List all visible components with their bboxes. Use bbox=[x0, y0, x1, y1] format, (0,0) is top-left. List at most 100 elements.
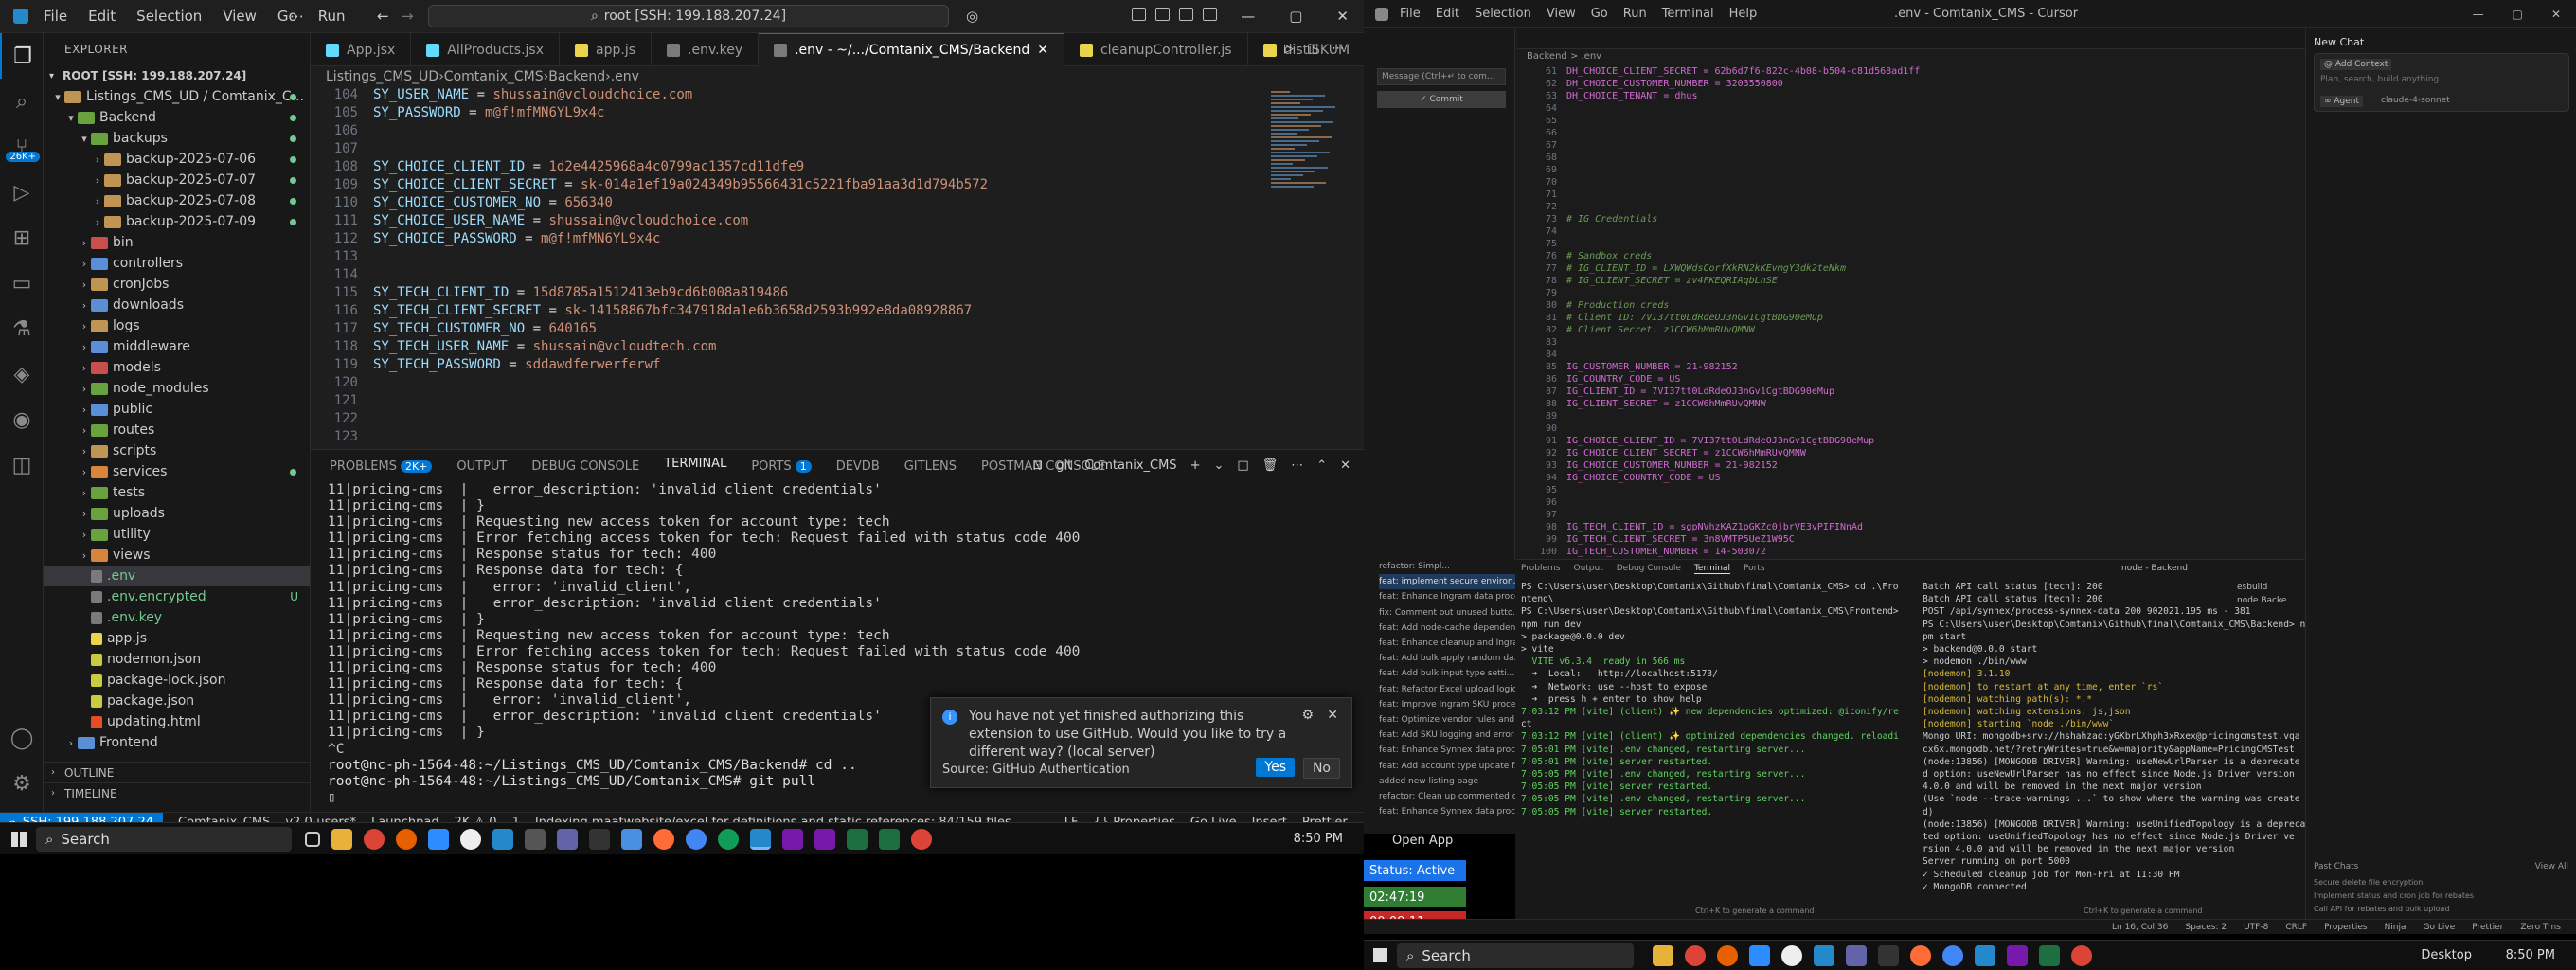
taskbar-clock[interactable]: 8:50 PM bbox=[2506, 948, 2555, 962]
run-debug-icon[interactable]: ▷ bbox=[0, 170, 44, 215]
split-editor-icon[interactable]: ◫ bbox=[1307, 42, 1318, 56]
desktop-label[interactable]: Desktop bbox=[2421, 948, 2472, 962]
github-icon[interactable] bbox=[460, 828, 481, 850]
panel-tab-terminal[interactable]: TERMINAL bbox=[664, 457, 727, 476]
breadcrumb-item[interactable]: Backend bbox=[548, 69, 605, 84]
terminal-list-item[interactable]: node Backe bbox=[2237, 594, 2286, 607]
tree-folder[interactable]: ▾ Backend bbox=[44, 107, 310, 128]
frontend-terminal[interactable]: PS C:\Users\user\Desktop\Comtanix\Github… bbox=[1521, 581, 1899, 818]
tree-folder[interactable]: › backup-2025-07-07 bbox=[44, 170, 310, 190]
tree-folder[interactable]: › logs bbox=[44, 315, 310, 336]
tree-folder[interactable]: › uploads bbox=[44, 503, 310, 524]
excel-icon[interactable] bbox=[847, 828, 868, 850]
tree-folder[interactable]: › Frontend bbox=[44, 732, 310, 753]
chrome-icon[interactable] bbox=[1685, 944, 1706, 966]
commit-entry[interactable]: feat: Add node-cache dependen... bbox=[1379, 620, 1515, 636]
no-button[interactable]: No bbox=[1302, 758, 1340, 779]
onenote-icon[interactable] bbox=[2007, 944, 2028, 966]
cursor-code-editor[interactable]: 61 DH_CHOICE_CLIENT_SECRET = 62b6d7f6-822… bbox=[1517, 66, 2246, 573]
menu-item-run[interactable]: Run bbox=[318, 8, 346, 25]
extensions-icon[interactable]: ⊞ bbox=[0, 215, 44, 260]
tree-file[interactable]: package.json bbox=[44, 691, 310, 711]
past-chat-item[interactable]: Call API for rebates and bulk upload bbox=[2314, 903, 2474, 916]
more-menu-icon[interactable]: ⋯ bbox=[290, 8, 304, 25]
menu-item-go[interactable]: Go bbox=[1591, 7, 1608, 21]
chrome-icon[interactable] bbox=[2071, 944, 2092, 966]
vscode-taskbar-icon[interactable] bbox=[1975, 944, 1995, 966]
maximize-panel-icon[interactable]: ⌃ bbox=[1316, 458, 1327, 473]
task-view-icon[interactable] bbox=[305, 831, 320, 847]
commit-entry[interactable]: feat: Refactor Excel upload logic... bbox=[1379, 682, 1515, 697]
onenote-icon[interactable] bbox=[814, 828, 835, 850]
tree-folder[interactable]: › tests bbox=[44, 482, 310, 503]
panel-tab-debug-console[interactable]: Debug Console bbox=[1617, 564, 1681, 573]
tab-3[interactable]: .env.key bbox=[652, 33, 760, 66]
file-explorer-icon[interactable] bbox=[1653, 944, 1673, 966]
commit-button[interactable]: ✓ Commit bbox=[1377, 91, 1506, 108]
panel-tab-gitlens[interactable]: GITLENS bbox=[904, 459, 957, 474]
menu-item-edit[interactable]: Edit bbox=[88, 8, 116, 25]
tree-folder[interactable]: ▾ Listings_CMS_UD / Comtanix_C... bbox=[44, 86, 310, 107]
taskbar-clock[interactable]: 8:50 PM bbox=[1294, 832, 1343, 846]
chrome-icon[interactable] bbox=[911, 828, 932, 850]
teams-icon[interactable] bbox=[557, 828, 578, 850]
tree-folder[interactable]: › utility bbox=[44, 524, 310, 545]
forward-arrow-icon[interactable]: → bbox=[402, 8, 414, 25]
status-item[interactable]: Zero Tms bbox=[2520, 923, 2561, 932]
panel-tab-problems[interactable]: PROBLEMS 2K+ bbox=[330, 459, 433, 474]
panel-toggle-icon[interactable] bbox=[1179, 8, 1193, 21]
vscode-taskbar-icon[interactable] bbox=[492, 828, 513, 850]
tree-folder[interactable]: › views bbox=[44, 545, 310, 566]
vscode-taskbar-icon[interactable] bbox=[750, 828, 771, 850]
commit-entry[interactable]: refactor: Clean up commented c... bbox=[1379, 789, 1515, 804]
tab-2[interactable]: app.js bbox=[560, 33, 653, 66]
panel-tab-debug-console[interactable]: DEBUG CONSOLE bbox=[531, 459, 639, 474]
status-item[interactable]: Properties bbox=[2324, 923, 2367, 932]
close-icon[interactable]: ✕ bbox=[1336, 8, 1349, 25]
backend-terminal[interactable]: Batch API call status [tech]: 200 Batch A… bbox=[1923, 581, 2305, 893]
commit-entry[interactable]: feat: Add bulk apply random da... bbox=[1379, 651, 1515, 666]
panel-tab-problems[interactable]: Problems bbox=[1521, 564, 1560, 573]
explorer-icon[interactable]: ❐ bbox=[0, 33, 44, 79]
layout-icon[interactable] bbox=[1132, 8, 1146, 21]
status-item[interactable]: Spaces: 2 bbox=[2185, 923, 2227, 932]
outline-section[interactable]: › OUTLINE bbox=[44, 762, 310, 782]
zoom-icon[interactable] bbox=[1749, 944, 1770, 966]
commit-entry[interactable]: feat: Add SKU logging and error ... bbox=[1379, 728, 1515, 743]
view-all-link[interactable]: View All bbox=[2535, 862, 2568, 871]
postman-icon[interactable] bbox=[1910, 944, 1931, 966]
panel-tab-output[interactable]: Output bbox=[1573, 564, 1602, 573]
add-context-button[interactable]: @ Add Context bbox=[2320, 59, 2392, 70]
commit-entry[interactable]: feat: Add bulk input type setti... bbox=[1379, 666, 1515, 681]
open-app-button[interactable]: Open App bbox=[1392, 834, 1453, 848]
edge-icon[interactable] bbox=[718, 828, 739, 850]
tab-4[interactable]: .env - ~/.../Comtanix_CMS/Backend ✕ bbox=[759, 33, 1064, 66]
panel-tab-terminal[interactable]: Terminal bbox=[1693, 564, 1730, 574]
tree-folder[interactable]: › node_modules bbox=[44, 378, 310, 399]
close-panel-icon[interactable]: ✕ bbox=[1340, 458, 1351, 473]
tree-folder[interactable]: › middleware bbox=[44, 336, 310, 357]
notepad-icon[interactable] bbox=[621, 828, 642, 850]
teams-icon[interactable] bbox=[1846, 944, 1867, 966]
commit-entry[interactable]: fix: Comment out unused butto... bbox=[1379, 605, 1515, 620]
tree-file[interactable]: .env bbox=[44, 566, 310, 586]
tree-folder[interactable]: › backup-2025-07-06 bbox=[44, 149, 310, 170]
source-control-icon[interactable]: ⑂ 26K+ bbox=[0, 124, 44, 170]
commit-entry[interactable]: feat: Enhance Synnex data proce... bbox=[1379, 804, 1515, 819]
vscode-taskbar-icon[interactable] bbox=[1814, 944, 1834, 966]
model-selector[interactable]: claude-4-sonnet bbox=[2381, 96, 2450, 105]
tree-folder[interactable]: › bin bbox=[44, 232, 310, 253]
terminal-list-item[interactable]: esbuild bbox=[2237, 581, 2286, 594]
menu-item-terminal[interactable]: Terminal bbox=[1662, 7, 1714, 21]
close-icon[interactable]: ✕ bbox=[2551, 8, 2561, 21]
back-arrow-icon[interactable]: ← bbox=[377, 8, 389, 25]
menu-item-selection[interactable]: Selection bbox=[136, 8, 202, 25]
add-terminal-icon[interactable]: + bbox=[1190, 458, 1201, 473]
tree-folder[interactable]: › backup-2025-07-09 bbox=[44, 211, 310, 232]
tree-file[interactable]: updating.html bbox=[44, 711, 310, 732]
commit-entry[interactable]: feat: Enhance cleanup and Ingra... bbox=[1379, 636, 1515, 651]
onenote-icon[interactable] bbox=[782, 828, 803, 850]
menu-item-view[interactable]: View bbox=[223, 8, 257, 25]
terminal-app-icon[interactable] bbox=[589, 828, 610, 850]
panel-tab-devdb[interactable]: DEVDB bbox=[836, 459, 880, 474]
